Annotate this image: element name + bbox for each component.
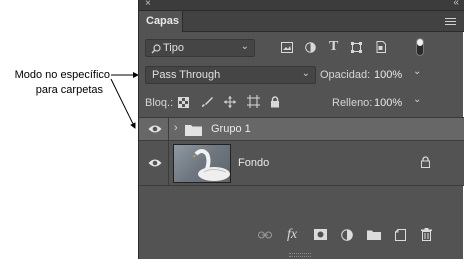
fx-icon[interactable]: fx (287, 227, 297, 243)
adjustment-filter-icon[interactable] (305, 42, 316, 53)
lock-label: Bloq.: (145, 97, 174, 109)
lock-all-icon[interactable] (270, 96, 280, 108)
tab-capas[interactable]: Capas (139, 11, 183, 32)
panel-bottom-toolbar: fx (139, 222, 464, 250)
filter-toggle[interactable] (416, 38, 424, 56)
fill-chevron-icon[interactable]: ⌄ (413, 94, 421, 105)
panel-title-bar: × ‹‹ (139, 0, 464, 11)
lock-image-pixels-icon[interactable] (201, 96, 213, 108)
smart-object-filter-icon[interactable] (376, 41, 386, 53)
panel-tab-row: Capas (139, 11, 464, 32)
lock-artboard-icon[interactable] (247, 95, 260, 108)
lock-position-icon[interactable] (224, 96, 236, 108)
new-layer-icon[interactable] (395, 229, 406, 241)
eye-icon (148, 159, 162, 167)
annotation-line-1: Modo no específico (14, 69, 110, 81)
opacity-label: Opacidad: (320, 69, 371, 81)
collapse-panel-icon[interactable]: ‹‹ (453, 0, 459, 8)
filter-kind-select[interactable]: Tipo ⌄ (145, 39, 255, 57)
layer-row-fondo[interactable]: Fondo (139, 141, 464, 186)
folder-icon (185, 125, 202, 136)
shape-filter-icon[interactable] (351, 42, 362, 53)
eye-icon (148, 125, 162, 133)
filter-kind-label: Tipo (163, 42, 184, 54)
layer-thumbnail (173, 144, 231, 183)
new-group-icon[interactable] (367, 230, 381, 240)
type-filter-icon[interactable]: T (329, 39, 338, 55)
opacity-value[interactable]: 100% (374, 69, 402, 81)
expand-arrow-icon[interactable]: › (174, 122, 178, 134)
layer-row-grupo-1[interactable]: › Grupo 1 (139, 118, 464, 141)
layer-name[interactable]: Fondo (238, 157, 269, 169)
annotation-line-2: para carpetas (35, 84, 103, 96)
layer-mask-icon[interactable] (314, 229, 327, 240)
lock-icon (421, 156, 430, 168)
blend-mode-value: Pass Through (152, 69, 221, 81)
chevron-down-icon: ⌄ (301, 68, 310, 79)
visibility-toggle[interactable] (139, 118, 169, 140)
hamburger-menu-icon[interactable] (445, 18, 456, 26)
fill-label: Relleno: (332, 97, 373, 109)
lock-transparent-pixels-icon[interactable] (178, 97, 189, 108)
image-filter-icon[interactable] (281, 42, 293, 53)
visibility-toggle[interactable] (139, 141, 169, 185)
opacity-chevron-icon[interactable]: ⌄ (413, 66, 421, 77)
blend-mode-select[interactable]: Pass Through ⌄ (145, 66, 316, 84)
delete-icon[interactable] (421, 228, 432, 241)
fill-value[interactable]: 100% (374, 97, 402, 109)
close-panel-icon[interactable]: × (145, 0, 151, 9)
adjustment-layer-icon[interactable] (341, 229, 353, 241)
link-layers-icon[interactable] (258, 231, 272, 239)
chevron-down-icon: ⌄ (240, 41, 249, 52)
search-icon (151, 44, 161, 54)
resize-grip[interactable] (289, 253, 311, 257)
layers-panel: × ‹‹ Capas Tipo ⌄ T Pass Through ⌄ Opaci… (138, 0, 464, 259)
layer-name[interactable]: Grupo 1 (211, 123, 251, 135)
